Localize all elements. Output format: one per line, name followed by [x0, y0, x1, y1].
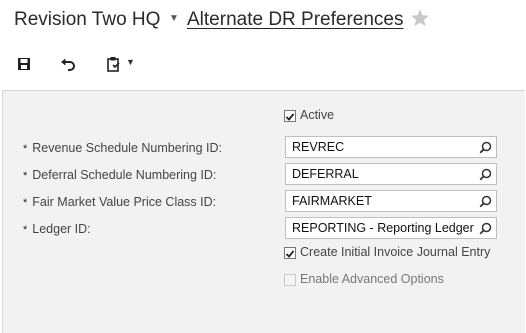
ledger-id-field[interactable]: REPORTING - Reporting Ledger	[285, 217, 497, 239]
deferral-schedule-value: DEFERRAL	[292, 167, 359, 181]
deferral-schedule-label-text: Deferral Schedule Numbering ID:	[32, 168, 217, 182]
deferral-schedule-field[interactable]: DEFERRAL	[285, 163, 497, 185]
revenue-schedule-value: REVREC	[292, 140, 345, 154]
clipboard-dropdown-caret-icon[interactable]: ▼	[126, 57, 135, 67]
deferral-schedule-label: * Deferral Schedule Numbering ID:	[23, 168, 216, 182]
enable-advanced-options-checkbox[interactable]	[284, 274, 296, 286]
revenue-schedule-label: * Revenue Schedule Numbering ID:	[23, 141, 222, 155]
company-name[interactable]: Revision Two HQ	[14, 9, 160, 31]
required-marker: *	[23, 197, 28, 209]
ledger-id-label-text: Ledger ID:	[32, 222, 91, 236]
clipboard-icon[interactable]	[104, 54, 124, 74]
fair-market-value-value: FAIRMARKET	[292, 194, 372, 208]
required-marker: *	[23, 224, 28, 236]
form-panel: Active * Revenue Schedule Numbering ID: R…	[2, 90, 525, 333]
revenue-schedule-field[interactable]: REVREC	[285, 136, 497, 158]
search-icon[interactable]	[479, 141, 492, 154]
search-icon[interactable]	[479, 195, 492, 208]
active-label: Active	[300, 108, 335, 122]
company-dropdown-caret-icon[interactable]: ▼	[169, 13, 179, 24]
enable-advanced-options-label: Enable Advanced Options	[300, 272, 444, 286]
fair-market-value-field[interactable]: FAIRMARKET	[285, 190, 497, 212]
fair-market-value-label-text: Fair Market Value Price Class ID:	[32, 195, 217, 209]
checkmark-icon	[285, 113, 295, 121]
checkmark-icon	[285, 250, 295, 258]
required-marker: *	[23, 170, 28, 182]
search-icon[interactable]	[479, 222, 492, 235]
create-initial-invoice-checkbox[interactable]	[284, 247, 296, 259]
ledger-id-label: * Ledger ID:	[23, 222, 91, 236]
search-icon[interactable]	[479, 168, 492, 181]
undo-icon[interactable]	[58, 54, 78, 74]
screen-title[interactable]: Alternate DR Preferences	[187, 9, 404, 31]
favorite-star-icon[interactable]	[410, 8, 430, 28]
revenue-schedule-label-text: Revenue Schedule Numbering ID:	[32, 141, 222, 155]
save-icon[interactable]	[14, 54, 34, 74]
active-checkbox[interactable]	[284, 110, 296, 122]
toolbar: ▼	[0, 44, 526, 84]
required-marker: *	[23, 143, 28, 155]
title-bar: Revision Two HQ ▼ Alternate DR Preferenc…	[0, 0, 526, 44]
ledger-id-value: REPORTING - Reporting Ledger	[292, 221, 474, 235]
create-initial-invoice-label: Create Initial Invoice Journal Entry	[300, 245, 491, 259]
fair-market-value-label: * Fair Market Value Price Class ID:	[23, 195, 216, 209]
